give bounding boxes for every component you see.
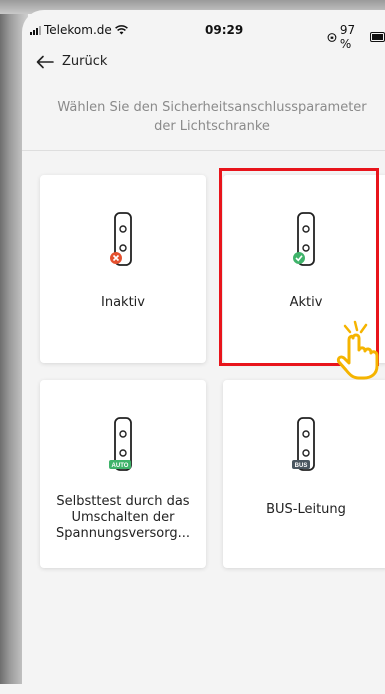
battery-group: 97 % [327,23,385,51]
option-bus-card[interactable]: BUS BUS-Leitung [223,380,385,568]
orientation-lock-icon [327,32,337,42]
photocell-device-icon: BUS [292,417,315,471]
signal-icon [30,25,41,35]
pointer-hand-icon [336,320,379,380]
carrier-name: Telekom.de [44,23,112,37]
option-label: Inaktiv [101,295,145,310]
back-button[interactable]: Zurück [36,54,107,69]
svg-text:BUS: BUS [295,463,308,469]
carrier-group: Telekom.de [30,23,128,37]
status-time: 09:29 [205,23,244,37]
header-divider [22,150,385,151]
photocell-device-icon: AUTO [109,417,132,471]
option-label: Selbsttest durch das Umschalten der Span… [56,494,190,541]
battery-percent: 97 % [339,23,356,51]
back-label: Zurück [62,54,108,69]
battery-icon [370,32,385,42]
wifi-icon [114,25,128,35]
option-inactive-card[interactable]: Inaktiv [40,175,206,363]
arrow-left-icon [36,55,54,68]
option-label: BUS-Leitung [266,502,346,517]
option-selftest-card[interactable]: AUTO Selbsttest durch das Umschalten der… [40,380,206,568]
page-subtitle: Wählen Sie den Sicherheitsanschlussparam… [57,100,367,134]
status-bar: Telekom.de 09:29 97 % [22,10,385,51]
photocell-device-icon [110,212,132,266]
svg-text:AUTO: AUTO [112,463,129,469]
